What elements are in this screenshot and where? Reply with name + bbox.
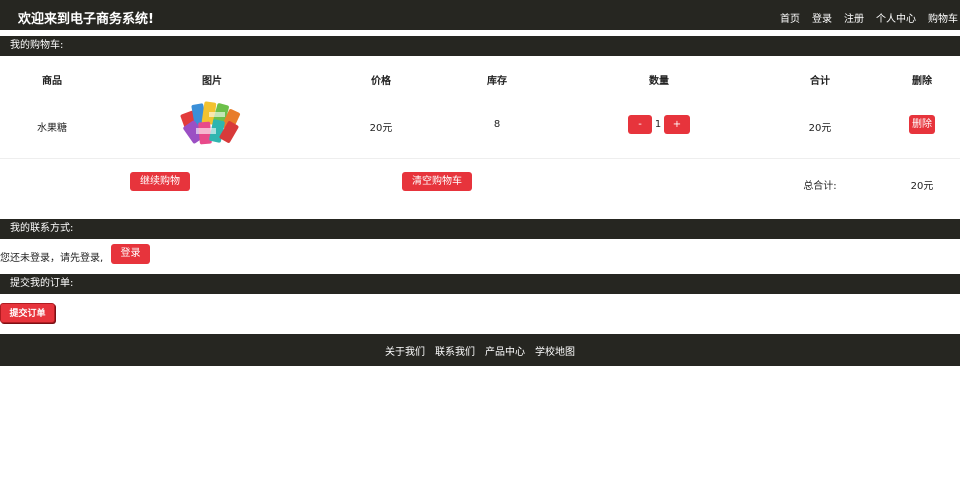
contact-section-title: 我的联系方式: (0, 219, 960, 239)
login-button[interactable]: 登录 (111, 244, 150, 264)
footer-link-map[interactable]: 学校地图 (535, 343, 575, 358)
nav-cart[interactable]: 购物车 (928, 10, 958, 25)
total-value: 20元 (910, 181, 934, 192)
order-section-title: 提交我的订单: (0, 274, 960, 294)
quantity-value: 1 (654, 119, 662, 130)
nav-register[interactable]: 注册 (844, 10, 864, 25)
top-navbar: 欢迎来到电子商务系统! 首页 登录 注册 个人中心 购物车 (0, 0, 960, 33)
site-title: 欢迎来到电子商务系统! (18, 12, 154, 27)
cart-item-name: 水果糖 (37, 123, 67, 134)
column-header-product: 商品 (42, 76, 62, 87)
column-header-quantity: 数量 (649, 76, 669, 87)
row-divider (0, 158, 960, 159)
footer: 关于我们 联系我们 产品中心 学校地图 (0, 334, 960, 366)
login-prompt-text: 您还未登录，请先登录, (0, 253, 104, 264)
column-header-image: 图片 (202, 76, 222, 87)
column-header-delete: 删除 (912, 76, 932, 87)
cart-item-stock: 8 (493, 119, 501, 130)
cart-section-title: 我的购物车: (0, 36, 960, 56)
clear-cart-button[interactable]: 清空购物车 (402, 172, 472, 191)
nav-login[interactable]: 登录 (812, 10, 832, 25)
quantity-decrease-button[interactable]: - (628, 115, 652, 134)
footer-link-products[interactable]: 产品中心 (485, 343, 525, 358)
main-nav: 首页 登录 注册 个人中心 购物车 (780, 10, 958, 25)
cart-item-subtotal: 20元 (808, 123, 832, 134)
cart-item-price: 20元 (369, 123, 393, 134)
delete-item-button[interactable]: 删除 (909, 115, 935, 134)
candy-product-image (179, 98, 245, 148)
column-header-stock: 库存 (487, 76, 507, 87)
nav-personal-center[interactable]: 个人中心 (876, 10, 916, 25)
footer-link-contact[interactable]: 联系我们 (435, 343, 475, 358)
submit-order-button[interactable]: 提交订单 (0, 303, 55, 323)
column-header-subtotal: 合计 (810, 76, 830, 87)
nav-home[interactable]: 首页 (780, 10, 800, 25)
column-header-price: 价格 (371, 76, 391, 87)
continue-shopping-button[interactable]: 继续购物 (130, 172, 190, 191)
total-label: 总合计: (803, 181, 837, 192)
footer-link-about[interactable]: 关于我们 (385, 343, 425, 358)
quantity-increase-button[interactable]: + (664, 115, 690, 134)
